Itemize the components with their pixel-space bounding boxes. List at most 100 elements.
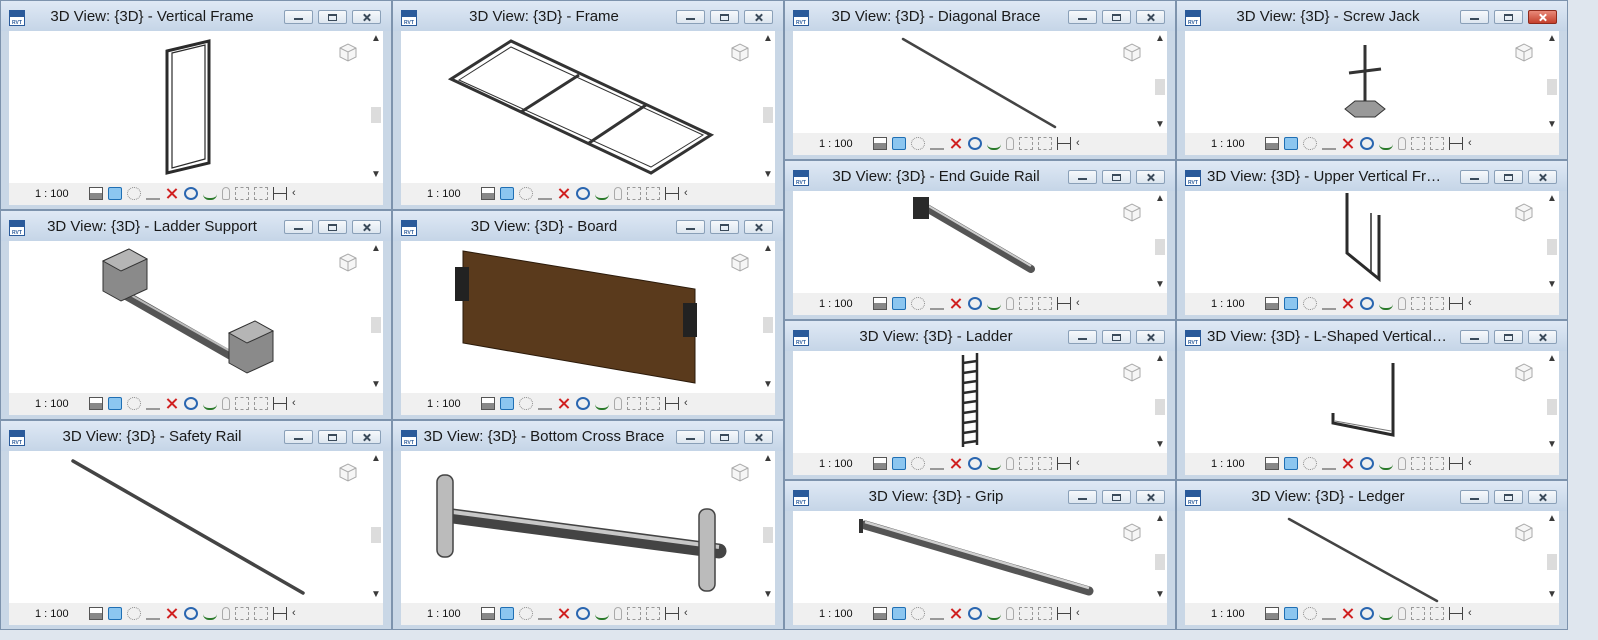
scroll-thumb[interactable] <box>371 316 381 333</box>
view-window-screw-jack[interactable]: RVT 3D View: {3D} - Screw Jack ▲ ▼ 1 : 1… <box>1176 0 1568 160</box>
viewcube-icon[interactable] <box>1121 361 1143 388</box>
detail-level-icon[interactable] <box>873 137 887 150</box>
sun-path-icon[interactable] <box>127 397 141 410</box>
crop-region-icon[interactable] <box>987 297 1001 310</box>
hide-isolate-icon[interactable] <box>1411 137 1425 150</box>
crop-view-icon[interactable] <box>968 457 982 470</box>
view-canvas[interactable] <box>1185 511 1545 603</box>
hide-isolate-icon[interactable] <box>1019 297 1033 310</box>
shadows-icon[interactable] <box>538 397 552 410</box>
reveal-hidden-icon[interactable] <box>254 397 268 410</box>
scroll-up-icon[interactable]: ▲ <box>1153 513 1167 525</box>
shadows-icon[interactable] <box>146 187 160 200</box>
temporary-properties-icon[interactable] <box>665 607 679 620</box>
titlebar[interactable]: RVT 3D View: {3D} - Diagonal Brace <box>785 1 1175 31</box>
scale-button[interactable]: 1 : 100 <box>1211 298 1245 310</box>
more-icon[interactable]: ‹ <box>292 397 300 410</box>
close-button[interactable] <box>1528 330 1557 344</box>
maximize-button[interactable] <box>318 430 347 444</box>
maximize-button[interactable] <box>1494 10 1523 24</box>
hide-isolate-icon[interactable] <box>235 187 249 200</box>
visual-style-icon[interactable] <box>892 297 906 310</box>
viewcube-icon[interactable] <box>1513 41 1535 68</box>
scroll-thumb[interactable] <box>1547 553 1557 570</box>
close-button[interactable] <box>352 220 381 234</box>
scale-button[interactable]: 1 : 100 <box>427 188 461 200</box>
temporary-properties-icon[interactable] <box>665 397 679 410</box>
minimize-button[interactable] <box>1068 10 1097 24</box>
crop-region-icon[interactable] <box>595 187 609 200</box>
scroll-up-icon[interactable]: ▲ <box>1153 193 1167 205</box>
view-canvas[interactable] <box>1185 31 1545 133</box>
crop-view-icon[interactable] <box>1360 297 1374 310</box>
temporary-properties-icon[interactable] <box>273 607 287 620</box>
hide-isolate-icon[interactable] <box>1019 457 1033 470</box>
hide-isolate-icon[interactable] <box>1019 137 1033 150</box>
view-window-ladder-support[interactable]: RVT 3D View: {3D} - Ladder Support ▲ ▼ 1… <box>0 210 392 420</box>
viewcube-icon[interactable] <box>1513 361 1535 388</box>
detail-level-icon[interactable] <box>481 607 495 620</box>
view-window-bottom-cross-brace[interactable]: RVT 3D View: {3D} - Bottom Cross Brace ▲… <box>392 420 784 630</box>
temporary-properties-icon[interactable] <box>1057 137 1071 150</box>
lock-view-icon[interactable] <box>222 607 230 620</box>
detail-level-icon[interactable] <box>481 397 495 410</box>
detail-level-icon[interactable] <box>89 607 103 620</box>
scroll-up-icon[interactable]: ▲ <box>369 33 383 45</box>
crop-region-icon[interactable] <box>1379 137 1393 150</box>
shadows-icon[interactable] <box>146 397 160 410</box>
shadows-icon[interactable] <box>1322 607 1336 620</box>
crop-region-icon[interactable] <box>203 397 217 410</box>
shadows-icon[interactable] <box>1322 297 1336 310</box>
view-canvas[interactable] <box>793 31 1153 133</box>
more-icon[interactable]: ‹ <box>1076 457 1084 470</box>
scroll-thumb[interactable] <box>1155 399 1165 416</box>
viewcube-icon[interactable] <box>1121 521 1143 548</box>
rendering-icon[interactable] <box>557 607 571 620</box>
minimize-button[interactable] <box>1460 10 1489 24</box>
viewcube-icon[interactable] <box>1121 201 1143 228</box>
visual-style-icon[interactable] <box>500 607 514 620</box>
sun-path-icon[interactable] <box>1303 137 1317 150</box>
lock-view-icon[interactable] <box>222 187 230 200</box>
vertical-scrollbar[interactable]: ▲ ▼ <box>1153 31 1167 133</box>
view-window-diagonal-brace[interactable]: RVT 3D View: {3D} - Diagonal Brace ▲ ▼ 1… <box>784 0 1176 160</box>
hide-isolate-icon[interactable] <box>1411 457 1425 470</box>
visual-style-icon[interactable] <box>1284 607 1298 620</box>
rendering-icon[interactable] <box>1341 297 1355 310</box>
sun-path-icon[interactable] <box>911 297 925 310</box>
titlebar[interactable]: RVT 3D View: {3D} - Bottom Cross Brace <box>393 421 783 451</box>
reveal-hidden-icon[interactable] <box>646 187 660 200</box>
close-button[interactable] <box>1528 10 1557 24</box>
visual-style-icon[interactable] <box>500 187 514 200</box>
titlebar[interactable]: RVT 3D View: {3D} - Frame <box>393 1 783 31</box>
vertical-scrollbar[interactable]: ▲ ▼ <box>369 241 383 393</box>
more-icon[interactable]: ‹ <box>1468 607 1476 620</box>
rendering-icon[interactable] <box>165 397 179 410</box>
shadows-icon[interactable] <box>930 137 944 150</box>
scale-button[interactable]: 1 : 100 <box>35 608 69 620</box>
crop-region-icon[interactable] <box>203 187 217 200</box>
reveal-hidden-icon[interactable] <box>1430 137 1444 150</box>
crop-region-icon[interactable] <box>987 457 1001 470</box>
reveal-hidden-icon[interactable] <box>1038 457 1052 470</box>
lock-view-icon[interactable] <box>222 397 230 410</box>
view-canvas[interactable] <box>9 31 369 183</box>
temporary-properties-icon[interactable] <box>1449 137 1463 150</box>
reveal-hidden-icon[interactable] <box>254 607 268 620</box>
lock-view-icon[interactable] <box>614 397 622 410</box>
shadows-icon[interactable] <box>1322 457 1336 470</box>
temporary-properties-icon[interactable] <box>665 187 679 200</box>
detail-level-icon[interactable] <box>89 397 103 410</box>
sun-path-icon[interactable] <box>127 607 141 620</box>
crop-region-icon[interactable] <box>1379 457 1393 470</box>
crop-view-icon[interactable] <box>1360 607 1374 620</box>
lock-view-icon[interactable] <box>1006 297 1014 310</box>
scroll-thumb[interactable] <box>763 316 773 333</box>
visual-style-icon[interactable] <box>108 607 122 620</box>
scale-button[interactable]: 1 : 100 <box>35 188 69 200</box>
lock-view-icon[interactable] <box>1398 607 1406 620</box>
scale-button[interactable]: 1 : 100 <box>819 608 853 620</box>
close-button[interactable] <box>352 10 381 24</box>
close-button[interactable] <box>1528 490 1557 504</box>
hide-isolate-icon[interactable] <box>627 187 641 200</box>
